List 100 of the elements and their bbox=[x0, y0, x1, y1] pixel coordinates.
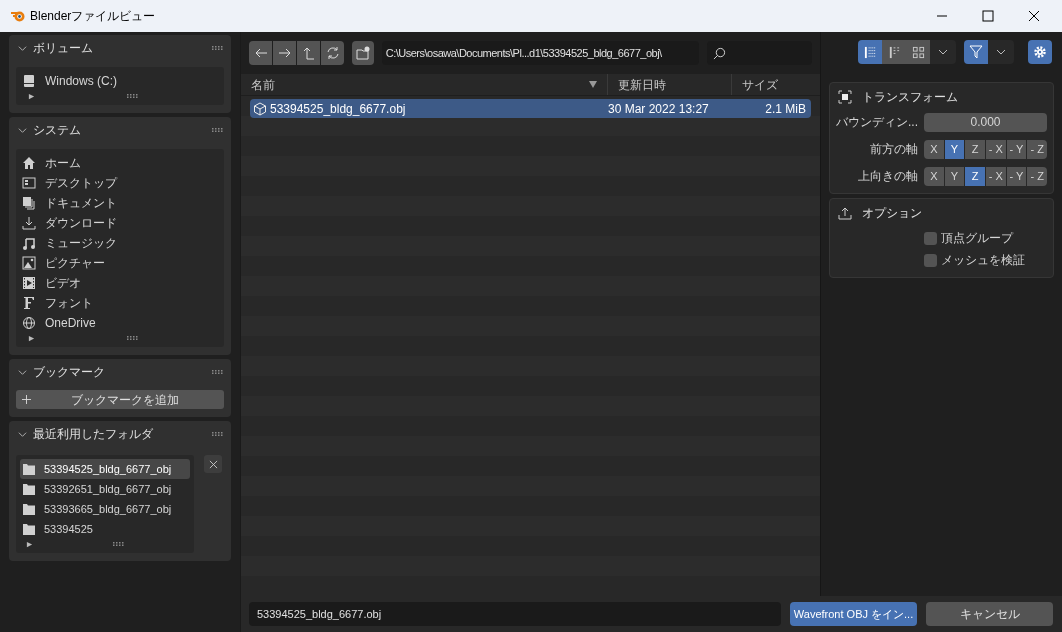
sidebar-item[interactable]: OneDrive bbox=[45, 314, 96, 332]
checkbox-label: 頂点グループ bbox=[941, 230, 1013, 247]
folder-name: 53394525 bbox=[44, 521, 93, 537]
clear-button[interactable] bbox=[204, 455, 222, 473]
panel-title[interactable]: ボリューム bbox=[33, 39, 206, 57]
number-field[interactable]: 0.000 bbox=[924, 112, 1047, 132]
recent-folder-item[interactable]: 53394525_bldg_6677_obj bbox=[20, 459, 190, 479]
folder-name: 53392651_bldg_6677_obj bbox=[44, 481, 172, 497]
column-header[interactable]: 名前 bbox=[241, 74, 607, 95]
axis-option[interactable]: Z bbox=[965, 166, 985, 186]
columns-view-icon bbox=[887, 45, 901, 59]
close-icon bbox=[208, 459, 218, 469]
file-row[interactable]: 53394525_bldg_6677.obj 30 Mar 2022 13:27 2.1 MiB bbox=[250, 99, 811, 118]
nav-button[interactable] bbox=[273, 41, 296, 65]
download-icon bbox=[22, 216, 36, 230]
folder-icon bbox=[22, 522, 36, 536]
sort-arrow-icon bbox=[589, 81, 597, 88]
checkbox[interactable] bbox=[924, 253, 937, 267]
sidebar-item[interactable]: フォント bbox=[45, 294, 93, 312]
axis-option[interactable]: Z bbox=[965, 139, 985, 159]
axis-option[interactable]: - Y bbox=[1006, 139, 1027, 159]
sidebar-item[interactable]: ピクチャー bbox=[45, 254, 105, 272]
transform-icon bbox=[838, 90, 852, 104]
chevron-down-icon[interactable] bbox=[18, 429, 27, 439]
maximize-icon[interactable] bbox=[982, 10, 994, 22]
nav-button[interactable] bbox=[249, 41, 272, 65]
axis-option[interactable]: - Y bbox=[1006, 166, 1027, 186]
sidebar-item[interactable]: ホーム bbox=[45, 154, 81, 172]
checkbox-label: メッシュを検証 bbox=[941, 252, 1025, 269]
folder-icon bbox=[22, 502, 36, 516]
globe-icon bbox=[22, 316, 36, 330]
axis-option[interactable]: - X bbox=[986, 166, 1006, 186]
back-arrow-icon bbox=[253, 46, 268, 60]
sidebar-item[interactable]: ミュージック bbox=[45, 234, 117, 252]
drag-handle-icon[interactable] bbox=[127, 336, 139, 340]
chevron-down-icon[interactable] bbox=[18, 367, 27, 377]
drag-handle-icon[interactable] bbox=[127, 94, 139, 98]
sidebar-item[interactable]: Windows (C:) bbox=[45, 72, 117, 90]
search-field[interactable] bbox=[707, 41, 812, 65]
search-icon bbox=[713, 46, 727, 60]
expand-arrow-icon[interactable] bbox=[28, 334, 35, 342]
view-mode-button[interactable] bbox=[882, 40, 906, 64]
caret-icon[interactable] bbox=[938, 47, 948, 57]
cube-icon bbox=[253, 101, 267, 116]
settings-button[interactable] bbox=[1028, 40, 1052, 64]
import-button[interactable]: Wavefront OBJ をイン... bbox=[790, 602, 917, 626]
sidebar-item[interactable]: ビデオ bbox=[45, 274, 81, 292]
axis-option[interactable]: - Z bbox=[1027, 139, 1048, 159]
music-note-icon bbox=[22, 236, 36, 250]
drag-handle-icon[interactable] bbox=[212, 46, 224, 50]
drag-handle-icon[interactable] bbox=[113, 542, 125, 546]
axis-option[interactable]: - Z bbox=[1027, 166, 1048, 186]
view-mode-button[interactable] bbox=[858, 40, 882, 64]
panel-title[interactable]: システム bbox=[33, 121, 206, 139]
desktop-icon bbox=[22, 176, 36, 190]
drag-handle-icon[interactable] bbox=[212, 370, 224, 374]
view-mode-button[interactable] bbox=[906, 40, 930, 64]
recent-folder-item[interactable]: 53393665_bldg_6677_obj bbox=[20, 499, 190, 519]
parent-folder-icon bbox=[301, 46, 316, 60]
axis-option[interactable]: X bbox=[924, 166, 944, 186]
field-label: 上向きの軸 bbox=[857, 168, 918, 185]
drag-handle-icon[interactable] bbox=[212, 432, 224, 436]
filter-button[interactable] bbox=[964, 40, 988, 64]
new-folder-button[interactable] bbox=[352, 41, 374, 65]
field-label: 前方の軸 bbox=[869, 141, 918, 158]
chevron-down-icon[interactable] bbox=[18, 43, 27, 53]
column-header[interactable]: 更新日時 bbox=[607, 74, 731, 95]
recent-folder-item[interactable]: 53394525 bbox=[20, 519, 190, 539]
sidebar-item[interactable]: デスクトップ bbox=[45, 174, 117, 192]
axis-option[interactable]: Y bbox=[944, 139, 965, 159]
panel-title[interactable]: ブックマーク bbox=[33, 363, 206, 381]
nav-button[interactable] bbox=[297, 41, 320, 65]
settings-icon bbox=[1033, 45, 1047, 59]
axis-option[interactable]: Y bbox=[944, 166, 965, 186]
column-header[interactable]: サイズ bbox=[731, 74, 819, 95]
sidebar-item[interactable]: ドキュメント bbox=[45, 194, 117, 212]
drag-handle-icon[interactable] bbox=[212, 128, 224, 132]
folder-icon bbox=[22, 462, 36, 476]
add-bookmark-button[interactable]: ブックマークを追加 bbox=[16, 390, 224, 409]
sidebar-item[interactable]: ダウンロード bbox=[45, 214, 117, 232]
checkbox[interactable] bbox=[924, 231, 937, 245]
grid-view-icon bbox=[911, 45, 925, 59]
panel-title[interactable]: トランスフォーム bbox=[862, 88, 958, 106]
axis-option[interactable]: X bbox=[924, 139, 944, 159]
new-folder-icon bbox=[355, 46, 370, 60]
chevron-down-icon[interactable] bbox=[18, 125, 27, 135]
panel-title[interactable]: 最近利用したフォルダ bbox=[33, 425, 206, 443]
panel-title[interactable]: オプション bbox=[862, 204, 922, 222]
expand-arrow-icon[interactable] bbox=[28, 92, 35, 100]
caret-icon[interactable] bbox=[996, 47, 1006, 57]
expand-arrow-icon[interactable] bbox=[26, 540, 33, 548]
cancel-button[interactable]: キャンセル bbox=[926, 602, 1053, 626]
axis-option[interactable]: - X bbox=[986, 139, 1006, 159]
close-icon[interactable] bbox=[1028, 10, 1040, 22]
picture-icon bbox=[22, 256, 36, 270]
path-field[interactable]: C:\Users\osawa\Documents\Pl...d1\53394525_bldg_6677_obj\ bbox=[381, 41, 700, 65]
list-view-icon bbox=[863, 45, 877, 59]
filename-field[interactable]: 53394525_bldg_6677.obj bbox=[249, 602, 781, 626]
nav-button[interactable] bbox=[321, 41, 344, 65]
recent-folder-item[interactable]: 53392651_bldg_6677_obj bbox=[20, 479, 190, 499]
